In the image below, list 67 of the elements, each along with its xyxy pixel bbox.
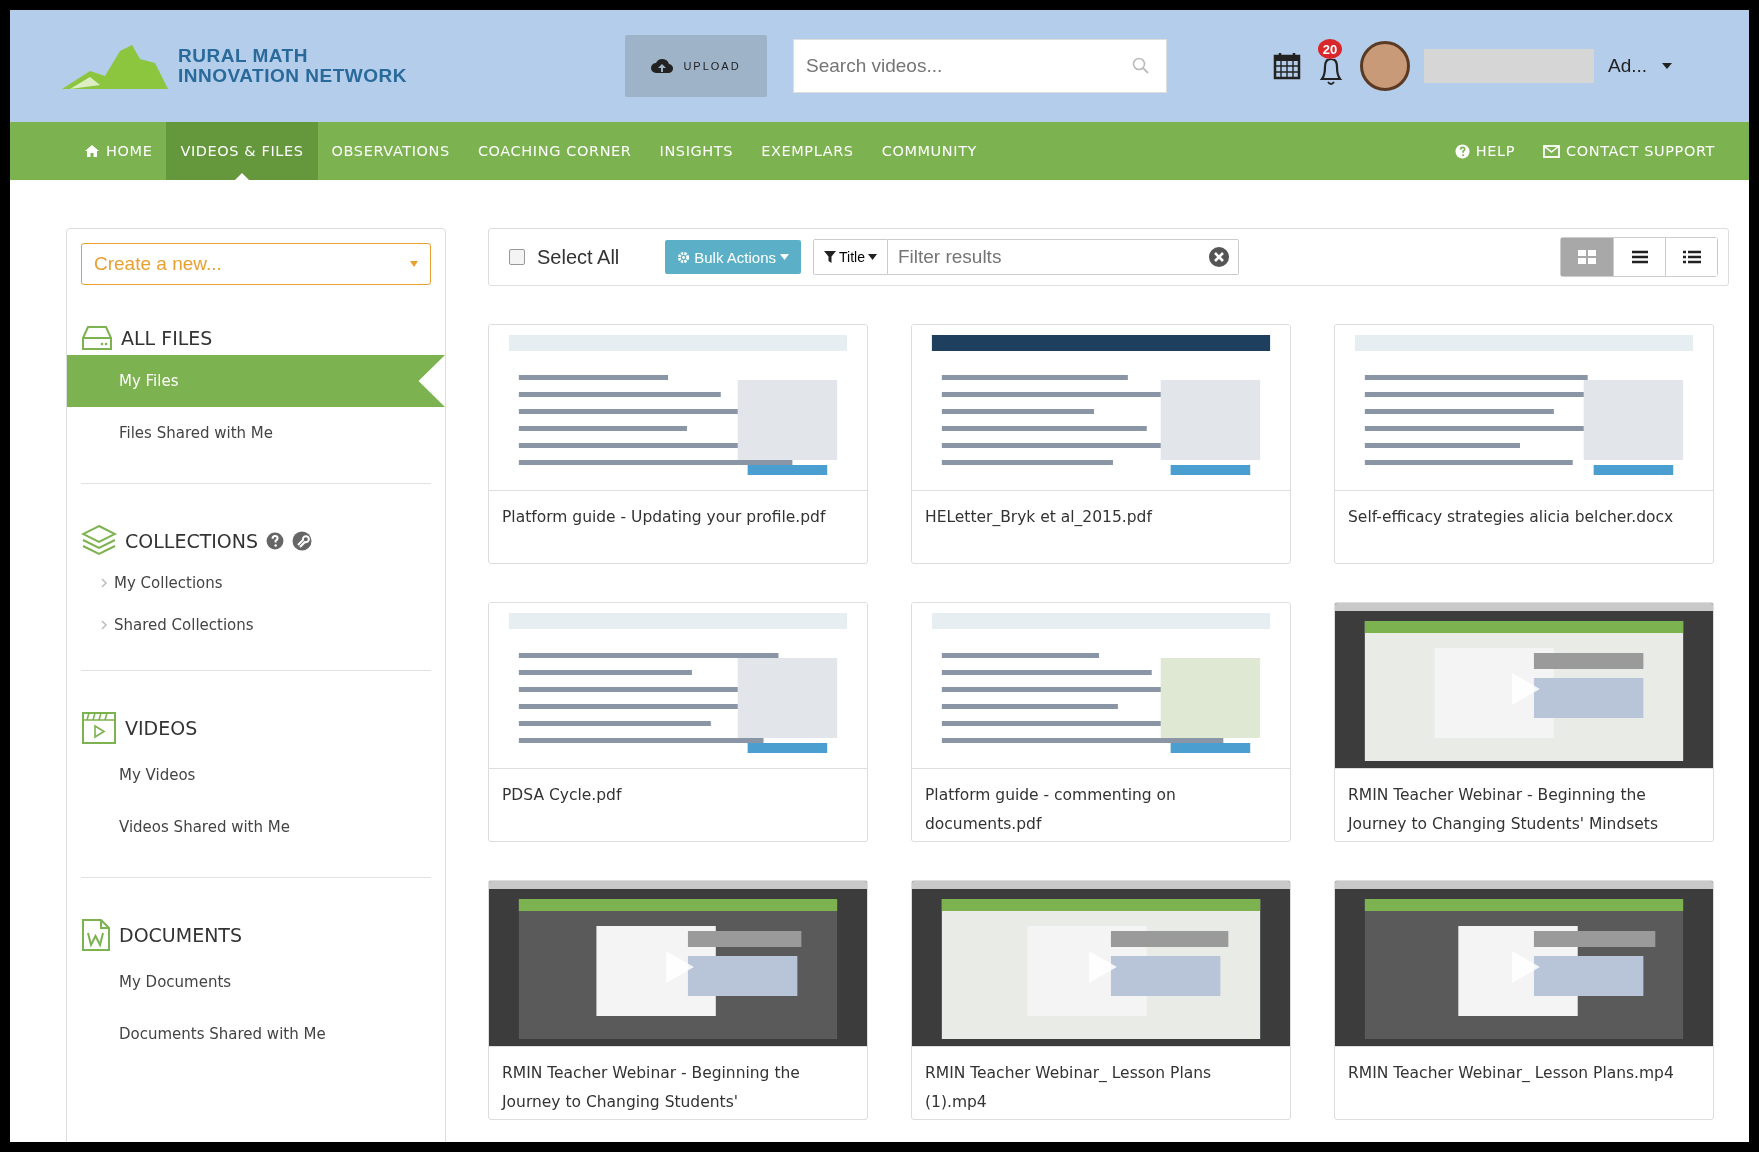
envelope-icon (1543, 144, 1561, 158)
file-name[interactable]: Platform guide - Updating your profile.pdf (489, 490, 867, 563)
layers-icon (81, 524, 117, 558)
filter-box[interactable]: Filter results (887, 239, 1239, 275)
avatar-icon[interactable] (1360, 41, 1410, 91)
list-icon (1631, 250, 1648, 264)
logo-text: INNOVATION NETWORK (178, 66, 407, 86)
sidebar-item[interactable]: My Documents (81, 956, 431, 1008)
file-card[interactable]: HELetter_Bryk et al_2015.pdf (911, 324, 1291, 564)
sidebar-item[interactable]: My Collections (81, 562, 431, 604)
caret-icon[interactable] (1661, 62, 1674, 70)
file-card[interactable]: Self-efficacy strategies alicia belcher.docx (1334, 324, 1714, 564)
clear-icon[interactable] (1208, 246, 1230, 268)
section-heading: COLLECTIONS (125, 530, 259, 552)
file-name[interactable]: RMIN Teacher Webinar_ Lesson Plans (1).mp4 (912, 1046, 1290, 1119)
search-icon (1132, 57, 1150, 75)
file-name[interactable]: RMIN Teacher Webinar_ Lesson Plans.mp4 (1335, 1046, 1713, 1119)
word-document-icon (81, 918, 111, 952)
file-name[interactable]: RMIN Teacher Webinar - Beginning the Journey to Changing Students' (489, 1046, 867, 1119)
file-card[interactable]: RMIN Teacher Webinar - Beginning the Journey to Changing Students' Mindsets (1334, 602, 1714, 842)
caret-icon (410, 261, 418, 267)
file-card[interactable]: Platform guide - Updating your profile.pdf (488, 324, 868, 564)
search-field[interactable]: Search videos... (804, 54, 1132, 78)
chevron-icon (101, 620, 108, 630)
chevron-icon (101, 578, 108, 588)
file-card[interactable]: RMIN Teacher Webinar_ Lesson Plans.mp4 (1334, 880, 1714, 1120)
details-view-button[interactable] (1665, 238, 1717, 276)
calendar-icon[interactable] (1272, 51, 1302, 81)
section-heading: DOCUMENTS (119, 924, 243, 946)
file-name[interactable]: HELetter_Bryk et al_2015.pdf (912, 490, 1290, 563)
hard-drive-icon (81, 325, 113, 351)
caret-icon (780, 254, 789, 260)
file-card[interactable]: PDSA Cycle.pdf (488, 602, 868, 842)
search-box[interactable]: Search videos... (793, 39, 1167, 93)
gear-icon (677, 250, 691, 264)
file-name[interactable]: Platform guide - commenting on documents.pdf (912, 768, 1290, 841)
file-name[interactable]: Self-efficacy strategies alicia belcher.docx (1335, 490, 1713, 563)
sidebar-item[interactable]: Documents Shared with Me (81, 1008, 431, 1060)
section-heading: VIDEOS (125, 717, 198, 739)
user-name[interactable]: Ad... (1608, 55, 1648, 77)
logo-text: RURAL MATH (178, 46, 309, 66)
video-clapper-icon (81, 711, 117, 745)
section-heading: ALL FILES (121, 327, 213, 349)
sidebar-item[interactable]: Files Shared with Me (81, 407, 431, 459)
select-all-checkbox[interactable] (509, 249, 525, 265)
caret-icon (867, 254, 877, 260)
file-card[interactable]: RMIN Teacher Webinar_ Lesson Plans (1).mp4 (911, 880, 1291, 1120)
file-name[interactable]: PDSA Cycle.pdf (489, 768, 867, 841)
help-icon (1454, 143, 1470, 159)
file-name[interactable]: RMIN Teacher Webinar - Beginning the Journey to Changing Students' Mindsets (1335, 768, 1713, 841)
grid-icon (1578, 250, 1596, 264)
detailed-list-icon (1682, 250, 1701, 264)
sidebar-item[interactable]: Shared Collections (81, 604, 431, 646)
home-icon (84, 144, 100, 158)
file-card[interactable]: RMIN Teacher Webinar - Beginning the Journey to Changing Students' (488, 880, 868, 1120)
select-all-label: Select All (537, 245, 620, 269)
funnel-icon (824, 251, 836, 263)
help-icon[interactable] (266, 532, 285, 550)
wrench-icon[interactable] (292, 531, 313, 551)
filter-field-dropdown[interactable]: Title (813, 239, 888, 275)
sidebar-item[interactable]: My Videos (81, 749, 431, 801)
notification-badge: 20 (1318, 39, 1342, 59)
file-card[interactable]: Platform guide - commenting on documents.pdf (911, 602, 1291, 842)
upload-button[interactable]: UPLOAD (625, 35, 767, 97)
filter-field[interactable]: Filter results (895, 245, 1208, 269)
cloud-upload-icon (651, 58, 674, 74)
sidebar-item[interactable]: Videos Shared with Me (81, 801, 431, 853)
